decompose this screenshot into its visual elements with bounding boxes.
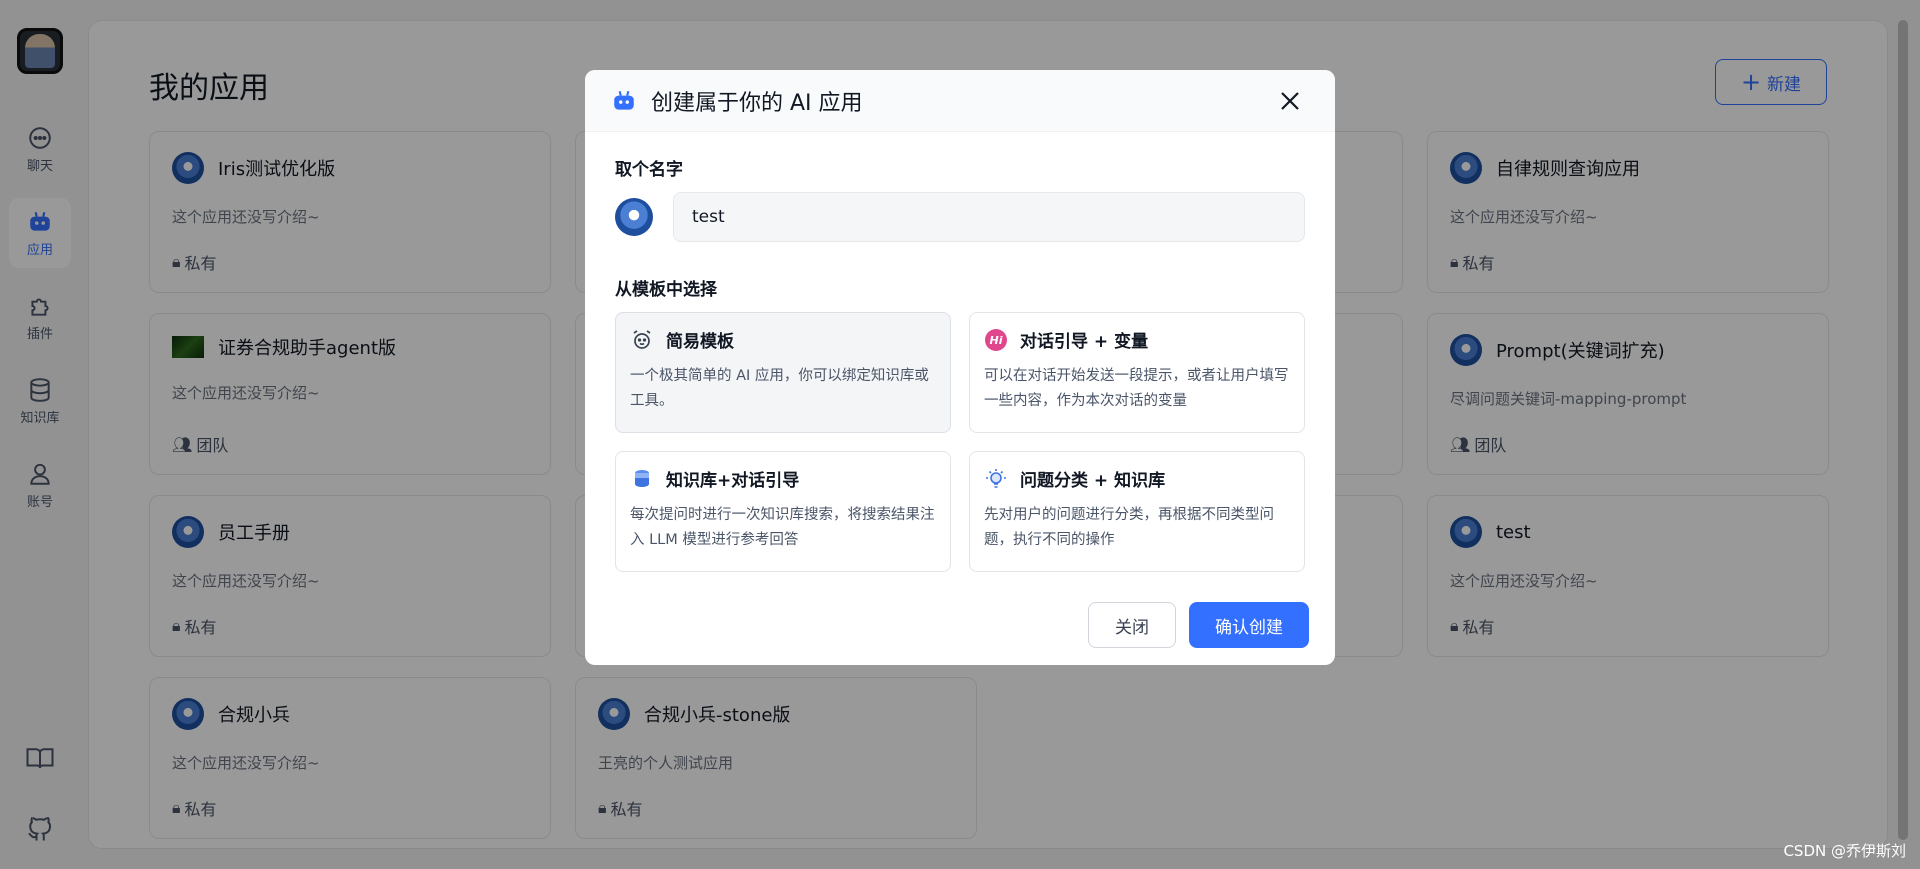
watermark: CSDN @乔伊斯刘 [1783, 842, 1906, 860]
modal-title: 创建属于你的 AI 应用 [651, 90, 863, 116]
name-label: 取个名字 [615, 160, 683, 180]
template-chat-guide-variables[interactable]: Hi 对话引导 + 变量 可以在对话开始发送一段提示，或者让用户填写一些内容，作… [969, 312, 1305, 433]
template-title: 问题分类 + 知识库 [1020, 471, 1166, 491]
template-title: 简易模板 [666, 332, 734, 352]
template-desc: 一个极其简单的 AI 应用，你可以绑定知识库或工具。 [630, 368, 929, 409]
database-icon [635, 469, 649, 487]
template-desc: 可以在对话开始发送一段提示，或者让用户填写一些内容，作为本次对话的变量 [984, 368, 1289, 409]
template-simple[interactable]: 简易模板 一个极其简单的 AI 应用，你可以绑定知识库或工具。 [615, 312, 951, 433]
template-classify-dataset[interactable]: 问题分类 + 知识库 先对用户的问题进行分类，再根据不同类型问题，执行不同的操作 [969, 451, 1305, 572]
create-app-modal: 创建属于你的 AI 应用 取个名字 从模板中选择 简易模板 一个极其简单的 AI… [585, 70, 1335, 665]
cancel-button[interactable]: 关闭 [1088, 602, 1176, 648]
hi-badge-icon: Hi [985, 328, 1007, 351]
alarm-clock-icon [633, 329, 651, 349]
template-title: 对话引导 + 变量 [1020, 332, 1149, 352]
robot-icon [614, 90, 634, 110]
app-name-input[interactable] [673, 192, 1305, 242]
template-grid: 简易模板 一个极其简单的 AI 应用，你可以绑定知识库或工具。 Hi 对话引导 … [615, 312, 1305, 572]
close-modal-button[interactable] [1275, 86, 1305, 116]
template-desc: 先对用户的问题进行分类，再根据不同类型问题，执行不同的操作 [984, 507, 1274, 548]
app-avatar-picker[interactable] [615, 198, 653, 236]
template-label: 从模板中选择 [615, 280, 717, 300]
modal-header: 创建属于你的 AI 应用 [585, 70, 1335, 132]
page-scrollbar[interactable] [1898, 20, 1908, 840]
confirm-create-button[interactable]: 确认创建 [1189, 602, 1309, 648]
template-dataset-chat-guide[interactable]: 知识库+对话引导 每次提问时进行一次知识库搜索，将搜索结果注入 LLM 模型进行… [615, 451, 951, 572]
close-icon [1281, 92, 1299, 110]
template-desc: 每次提问时进行一次知识库搜索，将搜索结果注入 LLM 模型进行参考回答 [630, 507, 935, 548]
template-title: 知识库+对话引导 [666, 471, 800, 491]
lightbulb-icon [986, 468, 1006, 488]
svg-text:Hi: Hi [990, 334, 1003, 347]
